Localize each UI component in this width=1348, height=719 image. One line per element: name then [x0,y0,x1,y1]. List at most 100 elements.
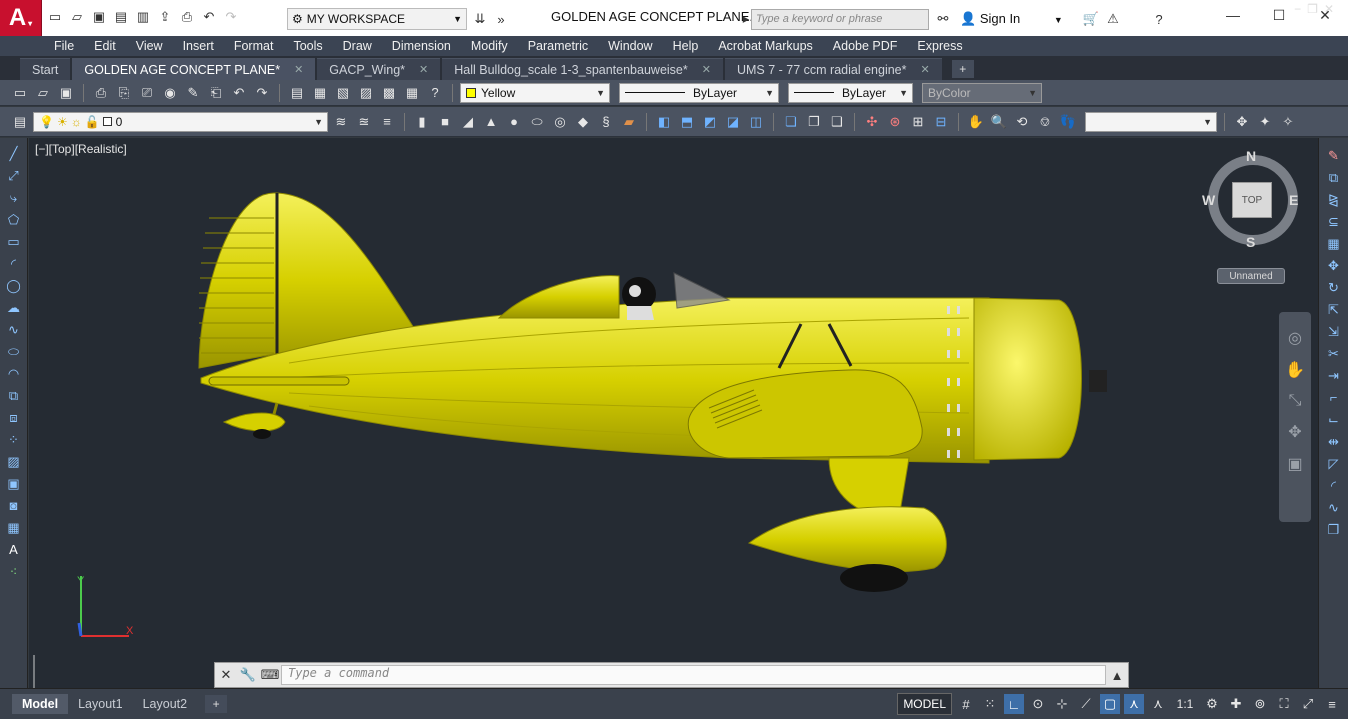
customize-qat-icon[interactable]: ⇊ [471,10,489,28]
properties-icon[interactable]: ▤ [287,83,307,103]
box-icon[interactable]: ■ [435,112,455,132]
a360-icon[interactable]: ⚠ [1104,10,1122,28]
intersect-icon[interactable]: ❑ [827,112,847,132]
linetype-dropdown[interactable]: ByLayer ▼ [619,82,779,103]
presspull-icon[interactable]: ⬒ [677,112,697,132]
viewcube-top-face[interactable]: TOP [1232,182,1272,218]
orbit-icon[interactable]: ✥ [1288,422,1301,442]
close-icon[interactable]: ✕ [702,63,711,76]
new-file-icon[interactable]: ▭ [10,83,30,103]
fillet-icon[interactable]: ◜ [1324,476,1344,495]
stretch-icon[interactable]: ⇲ [1324,322,1344,341]
close-icon[interactable]: ✕ [419,63,428,76]
save-icon[interactable]: ▣ [90,8,108,26]
clean-screen-icon[interactable]: ⤢ [1298,694,1318,714]
loft-icon[interactable]: ◫ [746,112,766,132]
camera-icon[interactable]: ⎊ [1035,112,1055,132]
document-window-controls[interactable]: −❐✕ [1294,2,1340,16]
close-icon[interactable]: ✕ [215,664,237,686]
construction-line-icon[interactable]: ⤢ [4,166,24,185]
layer-dropdown[interactable]: 💡 ☀ ☼ 🔓 0 ▼ [33,111,328,132]
move-icon[interactable]: ✥ [1324,256,1344,275]
table-icon[interactable]: ▦ [4,518,24,537]
viewcube-south[interactable]: S [1246,234,1255,250]
open-web-icon[interactable]: ▥ [134,8,152,26]
model-viewport[interactable]: [−][Top][Realistic] Y X N S E W TOP Unna… [29,138,1318,688]
continuous-orbit-icon[interactable]: ✧ [1278,112,1298,132]
document-tab[interactable]: Start [20,58,71,80]
menu-tools[interactable]: Tools [283,39,332,53]
explode-icon[interactable]: ❐ [1324,520,1344,539]
save-as-icon[interactable]: ▤ [112,8,130,26]
markup-icon[interactable]: ▩ [379,83,399,103]
offset-icon[interactable]: ⊆ [1324,212,1344,231]
arc-icon[interactable]: ◜ [4,254,24,273]
workspace-dropdown[interactable]: ⚙ MY WORKSPACE ▼ [287,8,467,30]
document-tab[interactable]: Hall Bulldog_scale 1-3_spantenbauweise* ✕ [442,58,723,80]
rectangle-icon[interactable]: ▭ [4,232,24,251]
share-icon[interactable]: ⇪ [156,8,174,26]
gear-icon[interactable]: ⚙ [1202,694,1222,714]
free-orbit-icon[interactable]: ✦ [1255,112,1275,132]
lineweight-dropdown[interactable]: ByLayer ▼ [788,82,913,103]
object-snap-icon[interactable]: ▢ [1100,694,1120,714]
join-icon[interactable]: ⇹ [1324,432,1344,451]
menu-express[interactable]: Express [907,39,972,53]
cone-icon[interactable]: ▲ [481,112,501,132]
viewcube[interactable]: N S E W TOP [1202,148,1301,250]
planar-surface-icon[interactable]: ▰ [619,112,639,132]
union-icon[interactable]: ❏ [781,112,801,132]
save-icon[interactable]: ▣ [56,83,76,103]
spline-icon[interactable]: ∿ [4,320,24,339]
snap-icon[interactable]: ⁙ [980,694,1000,714]
menu-parametric[interactable]: Parametric [518,39,598,53]
model-space-button[interactable]: MODEL [897,693,952,715]
object-snap-tracking-icon[interactable]: ⊹ [1052,694,1072,714]
menu-format[interactable]: Format [224,39,284,53]
hamburger-icon[interactable]: ≡ [1322,694,1342,714]
3d-array-icon[interactable]: ⊟ [931,112,951,132]
cylinder-icon[interactable]: ⬭ [527,112,547,132]
copy-icon[interactable]: ⧉ [1324,168,1344,187]
orbit-icon[interactable]: ⟲ [1012,112,1032,132]
menu-edit[interactable]: Edit [84,39,126,53]
helix-icon[interactable]: § [596,112,616,132]
color-dropdown[interactable]: Yellow ▼ [460,82,610,103]
print-icon[interactable]: ⎙ [91,83,111,103]
menu-dimension[interactable]: Dimension [382,39,461,53]
extend-icon[interactable]: ⇥ [1324,366,1344,385]
undo-icon[interactable]: ↶ [229,83,249,103]
ucs-dropdown[interactable]: Unnamed [1217,268,1285,284]
hardware-acceleration-icon[interactable]: ⛶ [1274,694,1294,714]
named-view-dropdown[interactable]: ▼ [1085,111,1217,132]
publish-icon[interactable]: ⎚ [137,83,157,103]
scale-icon[interactable]: ⇱ [1324,300,1344,319]
showmotion-icon[interactable]: ▣ [1287,454,1302,474]
menu-window[interactable]: Window [598,39,662,53]
design-center-icon[interactable]: ▦ [310,83,330,103]
viewcube-north[interactable]: N [1246,148,1256,164]
auto-scale-icon[interactable]: ⋏ [1148,694,1168,714]
3d-rotate-icon[interactable]: ⊛ [885,112,905,132]
trim-icon[interactable]: ✂ [1324,344,1344,363]
pan-icon[interactable]: ✋ [1285,360,1305,380]
application-menu-button[interactable]: A ▾ [0,0,42,36]
ellipse-icon[interactable]: ⬭ [4,342,24,361]
menu-modify[interactable]: Modify [461,39,518,53]
steering-wheel-icon[interactable]: ◎ [1288,328,1302,348]
revision-cloud-icon[interactable]: ☁ [4,298,24,317]
pan-icon[interactable]: ✋ [966,112,986,132]
insert-block-icon[interactable]: ⧉ [4,386,24,405]
add-selected-icon[interactable]: ⁖ [4,562,24,581]
revolve-icon[interactable]: ◪ [723,112,743,132]
zoom-extents-icon[interactable]: ⤡ [1289,392,1302,410]
new-file-icon[interactable]: ▭ [46,8,64,26]
add-layout-button[interactable]: + [205,695,228,713]
wrench-icon[interactable]: 🔧 [237,664,259,686]
menu-view[interactable]: View [126,39,173,53]
close-icon[interactable]: ✕ [294,63,303,76]
expand-icon[interactable]: » [492,10,510,28]
menu-file[interactable]: File [44,39,84,53]
sweep-icon[interactable]: ◩ [700,112,720,132]
help-icon[interactable]: ? [425,83,445,103]
